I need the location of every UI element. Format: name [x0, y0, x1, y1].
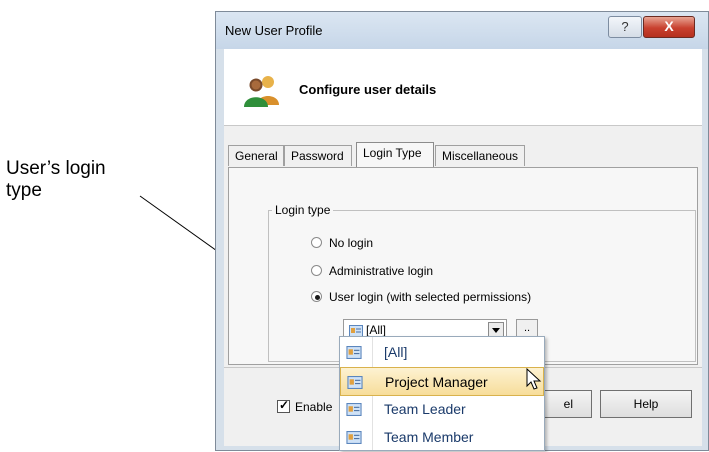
- enable-label: Enable: [295, 400, 333, 414]
- radio-label: No login: [329, 236, 374, 250]
- window-title: New User Profile: [225, 23, 323, 38]
- permissions-dropdown-list: [All] Project Manager Team Leader Team M…: [339, 336, 545, 451]
- enable-checkbox[interactable]: ✓: [277, 398, 290, 413]
- permission-icon: [346, 346, 362, 359]
- dropdown-item-team-leader[interactable]: Team Leader: [340, 395, 544, 424]
- login-type-group-label: Login type: [272, 203, 334, 217]
- dropdown-item-project-manager[interactable]: Project Manager: [340, 367, 544, 396]
- dropdown-item-team-member[interactable]: Team Member: [340, 423, 544, 452]
- permission-icon: [347, 376, 363, 389]
- header-title: Configure user details: [299, 82, 437, 97]
- pointer-cursor-icon: [526, 368, 542, 390]
- help-dialog-button[interactable]: Help: [600, 390, 692, 418]
- close-button[interactable]: X: [643, 16, 695, 38]
- combobox-value: [All]: [366, 323, 387, 337]
- dropdown-item-all[interactable]: [All]: [340, 338, 544, 367]
- cancel-label: el: [563, 397, 573, 411]
- tab-miscellaneous[interactable]: Miscellaneous: [435, 145, 525, 166]
- dropdown-item-label: Project Manager: [385, 374, 488, 390]
- tab-login-type[interactable]: Login Type: [356, 142, 434, 167]
- radio-circle: [311, 265, 322, 276]
- permission-icon: [346, 431, 362, 444]
- radio-circle: [311, 237, 322, 248]
- radio-label: User login (with selected permissions): [329, 290, 532, 304]
- header-panel: Configure user details: [224, 49, 702, 126]
- radio-circle-selected: [311, 291, 322, 302]
- user-group-icon: [244, 76, 279, 107]
- help-button[interactable]: ?: [608, 16, 642, 38]
- dropdown-item-label: [All]: [384, 344, 408, 360]
- permission-icon: [346, 403, 362, 416]
- title-bar[interactable]: New User Profile ? X: [216, 12, 708, 49]
- dropdown-item-label: Team Member: [384, 429, 474, 445]
- dropdown-item-label: Team Leader: [384, 401, 466, 417]
- tab-general[interactable]: General: [228, 145, 284, 166]
- tab-password[interactable]: Password: [284, 145, 352, 166]
- radio-label: Administrative login: [329, 264, 434, 278]
